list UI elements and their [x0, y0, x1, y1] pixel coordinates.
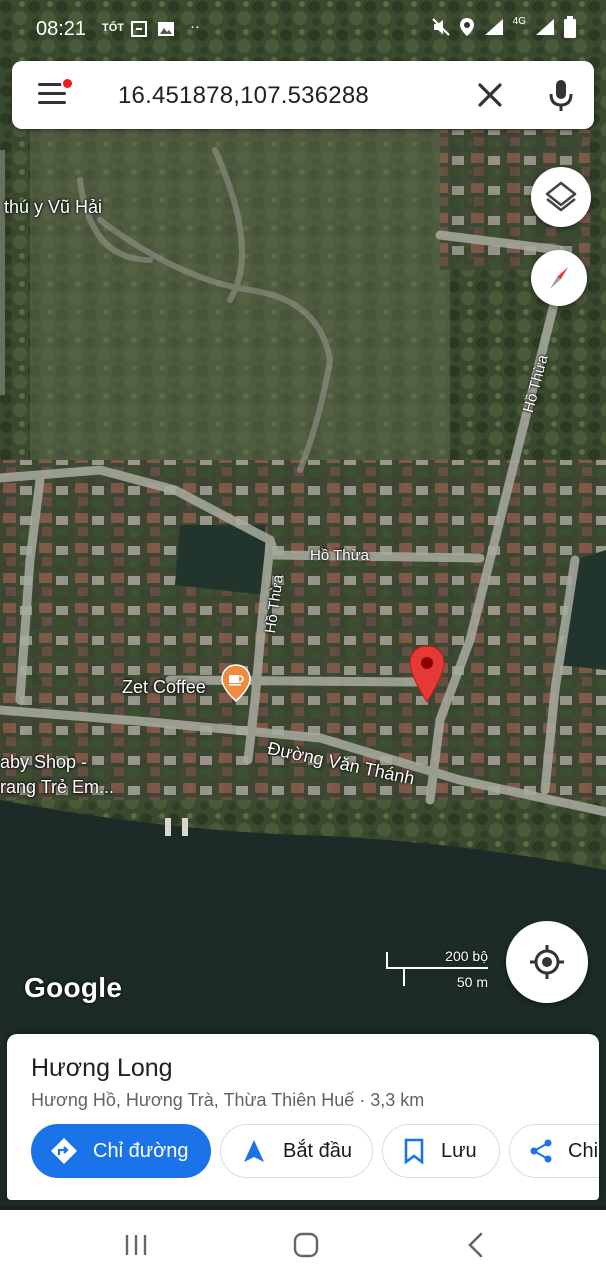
satellite-map[interactable]: thú y Vũ Hải Hồ Thừa Hồ Thừa Hồ Thừa Zet…	[0, 0, 606, 1205]
search-query[interactable]: 16.451878,107.536288	[118, 82, 369, 110]
close-icon[interactable]	[472, 77, 508, 113]
cafe-label[interactable]: Zet Coffee	[122, 677, 206, 698]
poi-label-vet[interactable]: thú y Vũ Hải	[4, 197, 102, 218]
directions-icon	[51, 1138, 77, 1164]
google-logo: Google	[24, 972, 123, 1003]
status-right: 4G	[431, 16, 576, 38]
share-label: Chi	[568, 1139, 599, 1162]
place-card[interactable]: Hương Long Hương Hồ, Hương Trà, Thừa Thi…	[7, 1034, 599, 1200]
mute-icon	[431, 18, 450, 36]
signal-icon	[484, 19, 503, 35]
location-pin-icon[interactable]	[408, 644, 446, 704]
my-location-icon	[530, 945, 564, 979]
status-bar: 08:21 TỐT ·· 4G	[0, 0, 606, 58]
place-address: Hương Hồ, Hương Trà, Thừa Thiên Huế · 3,…	[31, 1090, 425, 1110]
layers-icon	[545, 181, 577, 212]
signal-2-icon	[536, 19, 554, 35]
home-icon[interactable]	[293, 1232, 319, 1258]
shop-label-line2[interactable]: rang Trẻ Em...	[0, 777, 114, 798]
place-name: Hương Long	[31, 1054, 173, 1082]
system-nav-bar	[0, 1210, 606, 1280]
status-time: 08:21	[36, 18, 87, 40]
compass-icon	[550, 267, 568, 289]
bookmark-icon	[404, 1138, 424, 1164]
notification-dot	[61, 77, 74, 90]
directions-label: Chỉ đường	[93, 1139, 189, 1162]
image-notification-icon	[157, 20, 175, 42]
map-imagery	[0, 0, 606, 1205]
scale-metric: 50 m	[456, 974, 488, 990]
battery-icon	[564, 16, 576, 38]
search-bar[interactable]: 16.451878,107.536288	[12, 61, 594, 129]
save-label: Lưu	[441, 1139, 477, 1162]
location-status-icon	[459, 18, 474, 36]
cafe-pin-icon[interactable]	[221, 664, 251, 702]
back-icon[interactable]	[466, 1232, 486, 1258]
more-notifications-icon: ··	[190, 18, 200, 35]
maps-notification-icon	[130, 20, 148, 42]
start-label: Bắt đầu	[283, 1139, 352, 1162]
road-label-ho-thua-horizontal: Hồ Thừa	[310, 547, 369, 564]
layers-button[interactable]	[531, 167, 591, 227]
navigation-icon	[244, 1140, 264, 1162]
share-icon	[530, 1139, 552, 1163]
start-button[interactable]: Bắt đầu	[220, 1124, 373, 1178]
my-location-button[interactable]	[506, 921, 588, 1003]
network-type: 4G	[512, 15, 526, 27]
recents-icon[interactable]	[124, 1233, 148, 1257]
scale-bar: 200 bộ 50 m	[384, 944, 490, 994]
scale-imperial: 200 bộ	[445, 948, 488, 964]
shop-label-line1[interactable]: aby Shop -	[0, 752, 87, 773]
mic-icon[interactable]	[544, 77, 578, 113]
carrier-icon: TỐT	[102, 22, 124, 34]
compass-button[interactable]	[531, 250, 587, 306]
directions-button[interactable]: Chỉ đường	[31, 1124, 211, 1178]
save-button[interactable]: Lưu	[382, 1124, 500, 1178]
share-button[interactable]: Chi	[509, 1124, 599, 1178]
